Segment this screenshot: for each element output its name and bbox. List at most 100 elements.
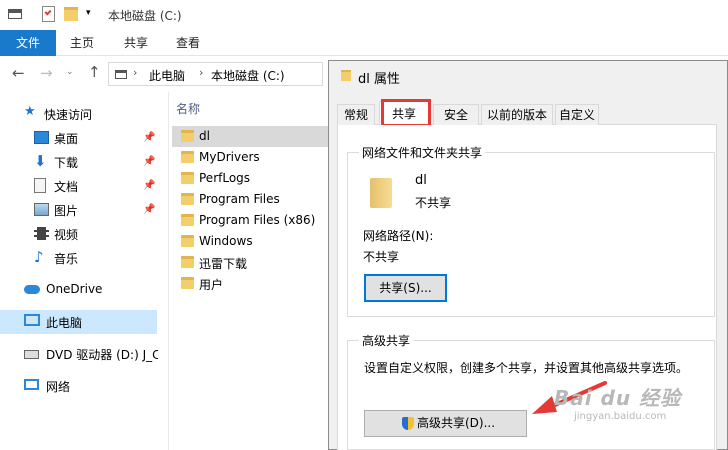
sidebar-item-label: 桌面 (54, 132, 79, 146)
file-name: Windows (199, 234, 253, 248)
up-arrow-icon[interactable]: ↑ (88, 63, 101, 81)
share-button[interactable]: 共享(S)... (364, 274, 447, 302)
tab-previous-versions[interactable]: 以前的版本 (481, 104, 553, 125)
forward-arrow-icon[interactable]: → (40, 64, 53, 82)
sidebar-item-label: 网络 (46, 380, 71, 394)
tab-security[interactable]: 安全 (433, 104, 479, 125)
folder-share-status: 不共享 (415, 196, 452, 210)
uac-shield-icon (402, 417, 414, 430)
folder-icon (181, 130, 194, 142)
sidebar-item-label: 下载 (54, 156, 79, 170)
cloud-icon (24, 285, 40, 294)
chevron-right-icon: › (199, 66, 204, 79)
baidu-watermark: Bai du 经验 jingyan.baidu.com (554, 382, 681, 422)
advanced-sharing-button-label: 高级共享(D)... (417, 416, 496, 430)
sidebar-item-videos[interactable]: 视频 (0, 222, 157, 246)
document-icon (34, 178, 46, 193)
music-note-icon: ♪ (34, 248, 44, 266)
file-name: 用户 (199, 278, 224, 292)
sidebar-item-desktop[interactable]: 桌面 📌 (0, 126, 157, 150)
file-name: MyDrivers (199, 150, 260, 164)
film-icon (34, 227, 49, 240)
breadcrumb-this-pc[interactable]: 此电脑 (149, 67, 185, 84)
sidebar-item-downloads[interactable]: ⬇ 下载 📌 (0, 150, 157, 174)
desktop-icon (34, 131, 49, 144)
advanced-sharing-button[interactable]: 高级共享(D)... (364, 410, 527, 437)
pc-icon (115, 70, 127, 79)
tab-file[interactable]: 文件 (0, 30, 56, 56)
group-title: 网络文件和文件夹共享 (359, 144, 486, 161)
window-title: 本地磁盘 (C:) (108, 9, 182, 23)
sidebar-item-onedrive[interactable]: OneDrive (0, 278, 157, 302)
sidebar-item-label: 视频 (54, 228, 79, 242)
advanced-sharing-description: 设置自定义权限，创建多个共享，并设置其他高级共享选项。 (364, 361, 689, 375)
customize-qat-icon[interactable]: ▾ (86, 8, 91, 18)
file-name: dl (199, 129, 210, 143)
tab-share[interactable]: 共享 (114, 30, 158, 56)
file-name: PerfLogs (199, 171, 251, 185)
folder-name: dl (415, 173, 427, 188)
address-bar[interactable]: › 此电脑 › 本地磁盘 (C:) (108, 62, 323, 86)
quick-access-label[interactable]: 快速访问 (44, 106, 92, 123)
pin-icon: 📌 (143, 180, 156, 191)
sidebar-item-label: DVD 驱动器 (D:) J_C (46, 348, 158, 362)
chevron-right-icon: › (133, 66, 138, 79)
file-name: 迅雷下载 (199, 257, 248, 271)
tab-home[interactable]: 主页 (60, 30, 104, 56)
folder-icon (181, 214, 194, 226)
sidebar-item-dvd-drive[interactable]: DVD 驱动器 (D:) J_C (0, 342, 158, 366)
sidebar-item-label: 文档 (54, 180, 79, 194)
back-arrow-icon[interactable]: ← (12, 64, 25, 82)
sidebar-item-label: OneDrive (46, 282, 103, 296)
list-item[interactable]: 用户 (172, 273, 330, 294)
tab-general[interactable]: 常规 (337, 104, 375, 125)
download-arrow-icon: ⬇ (34, 152, 47, 170)
file-name: Program Files (x86) (199, 213, 316, 227)
folder-icon (181, 277, 194, 289)
sidebar-item-documents[interactable]: 文档 📌 (0, 174, 157, 198)
list-item[interactable]: Program Files (172, 189, 330, 210)
folder-icon (341, 70, 351, 81)
column-header-name[interactable]: 名称 (176, 100, 200, 117)
pin-icon: 📌 (143, 204, 156, 215)
tab-view[interactable]: 查看 (166, 30, 210, 56)
list-item[interactable]: 迅雷下载 (172, 252, 330, 273)
sidebar-item-label: 音乐 (54, 252, 79, 266)
recent-locations-icon[interactable]: ⌄ (66, 67, 74, 77)
network-path-label: 网络路径(N): (363, 229, 434, 243)
list-item[interactable]: Windows (172, 231, 330, 252)
file-name: Program Files (199, 192, 280, 206)
network-icon (24, 379, 39, 390)
folder-icon (181, 151, 194, 163)
new-folder-icon[interactable] (64, 7, 78, 21)
network-path-value: 不共享 (363, 250, 400, 264)
dialog-title: dl 属性 (358, 72, 400, 87)
list-item[interactable]: Program Files (x86) (172, 210, 330, 231)
pin-icon: 📌 (143, 156, 156, 167)
dvd-drive-icon (24, 350, 39, 359)
folder-icon (181, 193, 194, 205)
sidebar-item-pictures[interactable]: 图片 📌 (0, 198, 157, 222)
watermark-url: jingyan.baidu.com (574, 411, 667, 422)
sidebar-item-this-pc[interactable]: 此电脑 (0, 310, 157, 334)
sidebar-item-network[interactable]: 网络 (0, 374, 157, 398)
folder-icon (370, 178, 392, 208)
list-item[interactable]: dl (172, 126, 330, 147)
folder-icon (181, 172, 194, 184)
group-title: 高级共享 (359, 332, 414, 349)
pin-icon: 📌 (143, 132, 156, 143)
computer-icon (24, 314, 40, 326)
list-item[interactable]: PerfLogs (172, 168, 330, 189)
column-divider (168, 92, 169, 450)
watermark-brand: Bai du 经验 (554, 386, 682, 410)
highlight-box (381, 99, 431, 127)
properties-icon[interactable] (42, 6, 55, 22)
folder-icon (181, 235, 194, 247)
tab-customize[interactable]: 自定义 (555, 104, 599, 125)
breadcrumb-drive-c[interactable]: 本地磁盘 (C:) (211, 67, 285, 84)
sidebar-item-label: 此电脑 (46, 316, 83, 330)
sidebar-item-music[interactable]: ♪ 音乐 (0, 246, 157, 270)
star-icon: ★ (24, 104, 36, 119)
drive-icon (8, 9, 22, 19)
list-item[interactable]: MyDrivers (172, 147, 330, 168)
